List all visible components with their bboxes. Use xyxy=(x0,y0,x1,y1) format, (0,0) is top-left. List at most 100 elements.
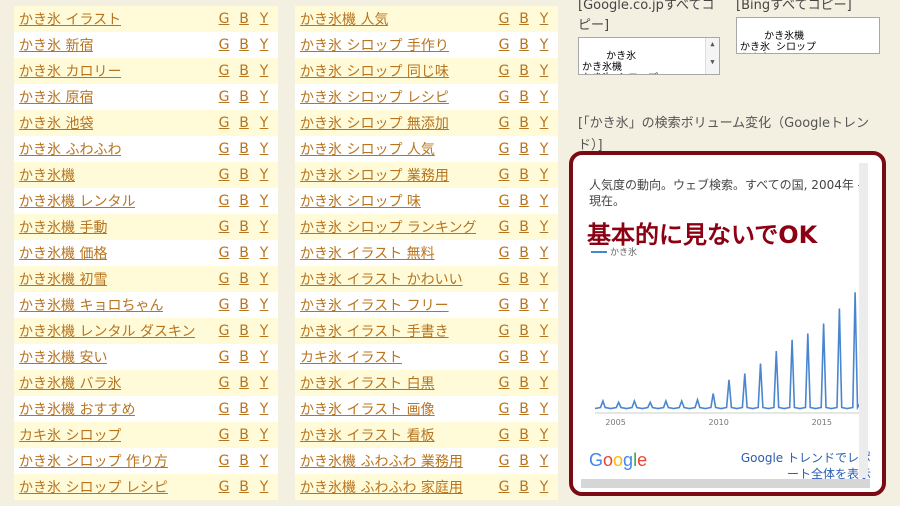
google-search-link[interactable]: G xyxy=(214,271,234,287)
google-search-link[interactable]: G xyxy=(214,479,234,495)
bing-search-link[interactable]: B xyxy=(234,375,254,391)
google-search-link[interactable]: G xyxy=(494,115,514,131)
google-search-link[interactable]: G xyxy=(494,89,514,105)
bing-search-link[interactable]: B xyxy=(514,323,534,339)
bing-search-link[interactable]: B xyxy=(514,427,534,443)
keyword-link[interactable]: かき氷 シロップ レシピ xyxy=(295,87,449,107)
scroll-up-icon[interactable]: ▲ xyxy=(706,39,719,50)
google-search-link[interactable]: G xyxy=(494,323,514,339)
keyword-link[interactable]: カキ氷 シロップ xyxy=(14,425,121,445)
bing-search-link[interactable]: B xyxy=(514,141,534,157)
bing-search-link[interactable]: B xyxy=(234,167,254,183)
keyword-link[interactable]: かき氷 イラスト 手書き xyxy=(295,321,449,341)
keyword-link[interactable]: かき氷 池袋 xyxy=(14,113,93,133)
google-search-link[interactable]: G xyxy=(494,349,514,365)
bing-search-link[interactable]: B xyxy=(234,37,254,53)
bing-search-link[interactable]: B xyxy=(234,297,254,313)
yahoo-search-link[interactable]: Y xyxy=(534,141,554,157)
bing-search-link[interactable]: B xyxy=(234,89,254,105)
keyword-link[interactable]: かき氷機 安い xyxy=(14,347,107,367)
keyword-link[interactable]: かき氷 イラスト かわいい xyxy=(295,269,463,289)
keyword-link[interactable]: かき氷 イラスト 画像 xyxy=(295,399,435,419)
yahoo-search-link[interactable]: Y xyxy=(254,427,274,443)
bing-search-link[interactable]: B xyxy=(234,453,254,469)
google-search-link[interactable]: G xyxy=(494,193,514,209)
google-search-link[interactable]: G xyxy=(214,141,234,157)
bing-search-link[interactable]: B xyxy=(514,89,534,105)
keyword-link[interactable]: かき氷機 レンタル ダスキン xyxy=(14,321,195,341)
keyword-link[interactable]: かき氷機 バラ氷 xyxy=(14,373,121,393)
widget-horizontal-scrollbar[interactable] xyxy=(581,479,870,488)
keyword-link[interactable]: かき氷機 初雪 xyxy=(14,269,107,289)
keyword-link[interactable]: かき氷機 レンタル xyxy=(14,191,135,211)
bing-search-link[interactable]: B xyxy=(234,401,254,417)
google-search-link[interactable]: G xyxy=(214,427,234,443)
keyword-link[interactable]: かき氷 イラスト 無料 xyxy=(295,243,435,263)
keyword-link[interactable]: かき氷 シロップ 手作り xyxy=(295,35,449,55)
bing-keywords-textarea[interactable]: かき氷機 かき氷 シロップ かき氷 イラスト xyxy=(736,17,880,54)
bing-search-link[interactable]: B xyxy=(234,11,254,27)
keyword-link[interactable]: かき氷機 手動 xyxy=(14,217,107,237)
google-search-link[interactable]: G xyxy=(494,479,514,495)
google-search-link[interactable]: G xyxy=(494,375,514,391)
yahoo-search-link[interactable]: Y xyxy=(534,349,554,365)
google-search-link[interactable]: G xyxy=(494,453,514,469)
yahoo-search-link[interactable]: Y xyxy=(254,245,274,261)
yahoo-search-link[interactable]: Y xyxy=(534,89,554,105)
yahoo-search-link[interactable]: Y xyxy=(254,479,274,495)
keyword-link[interactable]: かき氷 原宿 xyxy=(14,87,93,107)
keyword-link[interactable]: かき氷 シロップ レシピ xyxy=(14,477,168,497)
bing-search-link[interactable]: B xyxy=(514,401,534,417)
yahoo-search-link[interactable]: Y xyxy=(254,349,274,365)
keyword-link[interactable]: かき氷 イラスト 看板 xyxy=(295,425,435,445)
yahoo-search-link[interactable]: Y xyxy=(254,401,274,417)
bing-copy-all-link[interactable]: [Bingすべてコピー] xyxy=(736,0,881,16)
widget-vertical-scrollbar[interactable] xyxy=(859,163,868,478)
bing-search-link[interactable]: B xyxy=(234,245,254,261)
google-search-link[interactable]: G xyxy=(214,167,234,183)
bing-search-link[interactable]: B xyxy=(514,219,534,235)
bing-search-link[interactable]: B xyxy=(234,323,254,339)
bing-search-link[interactable]: B xyxy=(514,271,534,287)
google-copy-all-link[interactable]: [Google.co.jpすべてコピー] xyxy=(578,0,723,36)
bing-search-link[interactable]: B xyxy=(234,141,254,157)
yahoo-search-link[interactable]: Y xyxy=(254,193,274,209)
scroll-down-icon[interactable]: ▼ xyxy=(706,57,719,68)
yahoo-search-link[interactable]: Y xyxy=(254,89,274,105)
keyword-link[interactable]: かき氷機 価格 xyxy=(14,243,107,263)
keyword-link[interactable]: かき氷 カロリー xyxy=(14,61,121,81)
yahoo-search-link[interactable]: Y xyxy=(254,167,274,183)
keyword-link[interactable]: かき氷機 ふわふわ 家庭用 xyxy=(295,477,463,497)
google-search-link[interactable]: G xyxy=(494,219,514,235)
google-search-link[interactable]: G xyxy=(214,89,234,105)
textarea-scrollbar[interactable]: ▲ ▼ xyxy=(705,38,719,74)
yahoo-search-link[interactable]: Y xyxy=(254,11,274,27)
yahoo-search-link[interactable]: Y xyxy=(254,323,274,339)
google-search-link[interactable]: G xyxy=(214,115,234,131)
google-search-link[interactable]: G xyxy=(214,63,234,79)
bing-search-link[interactable]: B xyxy=(234,219,254,235)
yahoo-search-link[interactable]: Y xyxy=(534,115,554,131)
keyword-link[interactable]: かき氷 シロップ 無添加 xyxy=(295,113,449,133)
bing-search-link[interactable]: B xyxy=(234,271,254,287)
yahoo-search-link[interactable]: Y xyxy=(534,453,554,469)
bing-search-link[interactable]: B xyxy=(514,245,534,261)
google-search-link[interactable]: G xyxy=(214,219,234,235)
keyword-link[interactable]: かき氷 シロップ 業務用 xyxy=(295,165,449,185)
yahoo-search-link[interactable]: Y xyxy=(534,297,554,313)
bing-search-link[interactable]: B xyxy=(514,63,534,79)
bing-search-link[interactable]: B xyxy=(514,11,534,27)
google-search-link[interactable]: G xyxy=(214,193,234,209)
bing-search-link[interactable]: B xyxy=(514,37,534,53)
bing-search-link[interactable]: B xyxy=(234,63,254,79)
bing-search-link[interactable]: B xyxy=(234,115,254,131)
yahoo-search-link[interactable]: Y xyxy=(534,427,554,443)
yahoo-search-link[interactable]: Y xyxy=(534,167,554,183)
keyword-link[interactable]: かき氷 シロップ 味 xyxy=(295,191,421,211)
yahoo-search-link[interactable]: Y xyxy=(254,115,274,131)
google-search-link[interactable]: G xyxy=(494,63,514,79)
google-search-link[interactable]: G xyxy=(214,37,234,53)
bing-search-link[interactable]: B xyxy=(234,193,254,209)
yahoo-search-link[interactable]: Y xyxy=(254,375,274,391)
google-search-link[interactable]: G xyxy=(494,167,514,183)
